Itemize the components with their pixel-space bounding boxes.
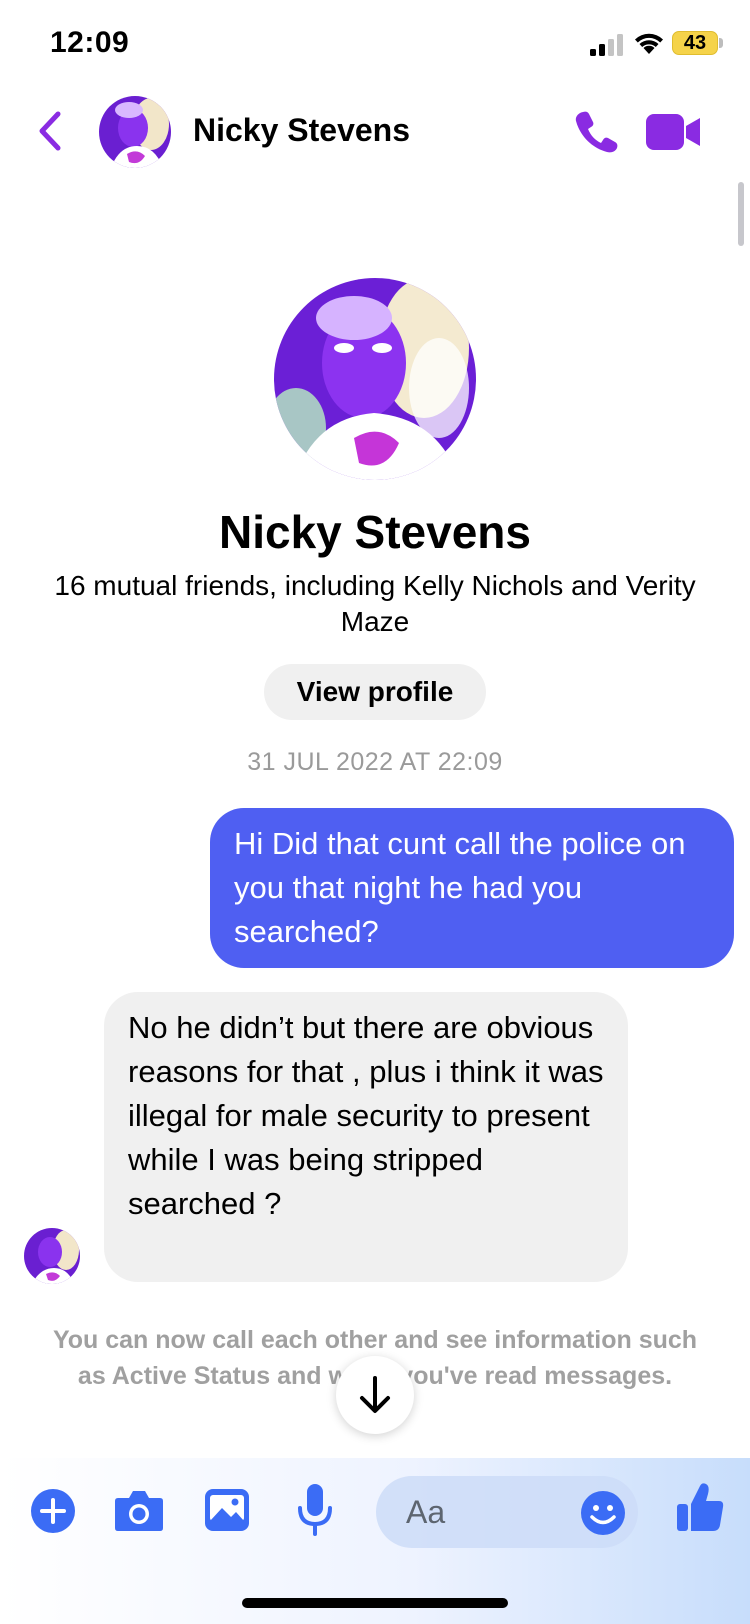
status-bar: 12:09 43 [0,0,750,90]
message-timestamp: 31 JUL 2022 AT 22:09 [247,748,503,776]
image-icon[interactable] [204,1488,250,1532]
wifi-icon [635,33,663,54]
profile-avatar[interactable] [274,278,476,480]
home-indicator[interactable] [242,1598,508,1608]
composer-bar [0,1458,750,1624]
header-contact-name[interactable]: Nicky Stevens [193,112,410,149]
scroll-indicator[interactable] [738,182,744,246]
signal-icon [590,34,623,56]
outgoing-message[interactable]: Hi Did that cunt call the police on you … [210,808,734,968]
emoji-icon[interactable] [580,1490,626,1536]
arrow-down-icon [360,1376,390,1413]
scroll-down-button[interactable] [336,1356,414,1434]
thumbs-up-icon[interactable] [676,1482,724,1532]
profile-avatar-image [274,278,476,480]
incoming-message[interactable]: No he didn’t but there are obvious reaso… [104,992,628,1282]
view-profile-button[interactable]: View profile [264,664,486,720]
status-time: 12:09 [50,26,130,59]
message-input[interactable] [406,1476,556,1548]
avatar[interactable] [99,96,171,168]
chevron-left-icon[interactable] [30,106,70,156]
video-camera-icon[interactable] [646,114,700,150]
mutual-friends-text: 16 mutual friends, including Kelly Nicho… [54,570,696,637]
message-input-container[interactable] [376,1476,638,1548]
avatar-image [99,96,171,168]
microphone-icon[interactable] [296,1482,334,1538]
battery-icon: 43 [672,31,718,55]
battery-cap [719,38,723,48]
sender-avatar[interactable] [24,1228,80,1284]
camera-icon[interactable] [114,1488,164,1532]
profile-name: Nicky Stevens [219,506,531,558]
sender-avatar-image [24,1228,80,1284]
plus-icon[interactable] [30,1488,76,1534]
phone-icon[interactable] [574,108,620,154]
chat-header: Nicky Stevens [0,90,750,174]
